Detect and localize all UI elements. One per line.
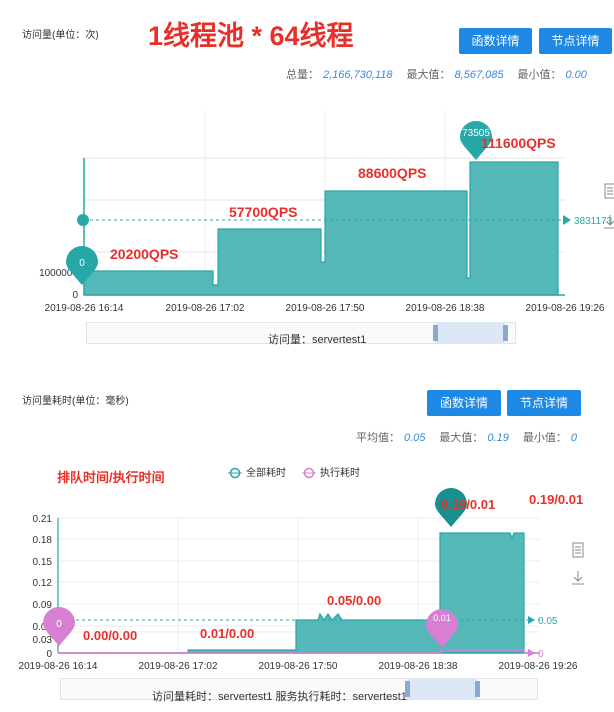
latency-panel: 访问量耗时(单位：毫秒) 函数详情 节点详情 平均值： 0.05 最大值： 0.19 最… xyxy=(0,378,614,712)
range-handle-right[interactable] xyxy=(503,325,508,341)
visits-area xyxy=(83,161,559,296)
right-value-exec: 0 xyxy=(538,649,544,660)
legend-item-total: 全部耗时 xyxy=(228,466,286,479)
range-selection[interactable] xyxy=(407,678,477,700)
x-tick: 2019-08-26 17:02 xyxy=(139,661,218,672)
y-tick: 0.12 xyxy=(33,578,53,589)
svg-text:执行耗时: 执行耗时 xyxy=(320,466,360,479)
y-tick: 0.21 xyxy=(33,514,53,525)
x-tick: 2019-08-26 16:14 xyxy=(19,661,98,672)
chart-subtitle: 排队时间/执行时间 xyxy=(57,470,165,485)
visits-chart: 3831173 1000000 0 2019-08-26 16:14 2019-… xyxy=(39,110,613,314)
svg-text:0.01: 0.01 xyxy=(433,613,451,623)
download-icon[interactable] xyxy=(603,214,614,230)
range-handle-right[interactable] xyxy=(475,681,480,697)
latency-annotation: 0.05/0.00 xyxy=(327,593,381,608)
latency-annotation: 0.00/0.00 xyxy=(83,628,137,643)
avg-arrow-icon xyxy=(528,616,535,624)
y-tick: 0 xyxy=(46,649,52,660)
qps-annotation: 111600QPS xyxy=(481,135,556,151)
svg-text:0: 0 xyxy=(79,258,85,269)
qps-annotation: 20200QPS xyxy=(110,246,179,262)
legend-item-exec: 执行耗时 xyxy=(302,466,360,479)
panel-divider xyxy=(0,355,614,378)
range-selection[interactable] xyxy=(435,322,505,344)
qps-annotation: 57700QPS xyxy=(229,204,298,220)
data-view-icon[interactable] xyxy=(571,542,585,558)
x-tick: 2019-08-26 19:26 xyxy=(499,661,578,672)
x-tick: 2019-08-26 19:26 xyxy=(526,303,605,314)
qps-annotation: 88600QPS xyxy=(358,165,427,181)
data-view-icon[interactable] xyxy=(603,183,614,199)
x-tick: 2019-08-26 17:02 xyxy=(166,303,245,314)
svg-text:全部耗时: 全部耗时 xyxy=(246,466,286,479)
navigator-label: 访问量耗时：servertest1 服务执行耗时：servertest1 xyxy=(152,691,407,703)
latency-chart: 排队时间/执行时间 全部耗时 执行耗时 0.05 0 0.21 0.18 0.1… xyxy=(19,466,584,672)
avg-arrow-icon xyxy=(563,215,571,225)
right-value-total: 0.05 xyxy=(538,616,558,627)
latency-annotation: 0.19/0.01 xyxy=(441,497,495,512)
visits-panel: 访问量(单位：次) 1线程池 * 64线程 函数详情 节点详情 总量： 2,166… xyxy=(0,0,614,355)
y-tick: 0.18 xyxy=(33,535,53,546)
avg-marker-dot xyxy=(77,214,89,226)
x-tick: 2019-08-26 18:38 xyxy=(379,661,458,672)
exec-arrow-icon xyxy=(528,649,535,657)
y-tick: 0.09 xyxy=(33,600,53,611)
latency-annotation: 0.19/0.01 xyxy=(529,492,583,507)
y-tick: 0.15 xyxy=(33,557,53,568)
download-icon[interactable] xyxy=(571,570,585,586)
svg-text:0: 0 xyxy=(56,619,62,630)
x-tick: 2019-08-26 17:50 xyxy=(286,303,365,314)
range-handle-left[interactable] xyxy=(433,325,438,341)
navigator-label: 访问量：servertest1 xyxy=(268,334,367,346)
x-tick: 2019-08-26 16:14 xyxy=(45,303,124,314)
x-tick: 2019-08-26 18:38 xyxy=(406,303,485,314)
latency-annotation: 0.01/0.00 xyxy=(200,626,254,641)
y-tick: 0 xyxy=(72,290,78,301)
y-tick: 0.03 xyxy=(33,635,53,646)
x-tick: 2019-08-26 17:50 xyxy=(259,661,338,672)
